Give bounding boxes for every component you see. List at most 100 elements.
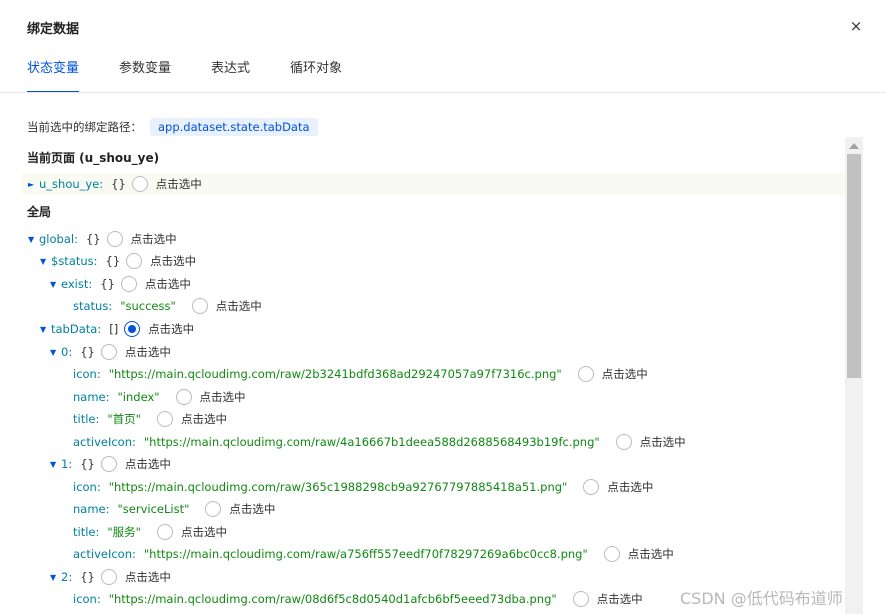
tab-state-variables[interactable]: 状态变量 [27, 60, 80, 93]
node-key: global [39, 232, 75, 246]
select-radio[interactable] [100, 456, 117, 472]
node-key: icon [73, 367, 97, 381]
caret-right-icon[interactable]: ► [28, 180, 39, 189]
node-key: status [73, 299, 109, 313]
select-label[interactable]: 点击选中 [131, 231, 177, 247]
section-global: 全局 [27, 204, 52, 219]
select-label[interactable]: 点击选中 [125, 456, 171, 472]
select-radio[interactable] [126, 253, 143, 269]
tree-leaf-title[interactable]: title: "首页" 点击选中 [73, 408, 227, 430]
select-radio[interactable] [175, 389, 192, 405]
caret-down-icon[interactable]: ▼ [50, 280, 61, 289]
select-label[interactable]: 点击选中 [216, 298, 262, 314]
node-key: icon [73, 592, 97, 606]
caret-down-icon[interactable]: ▼ [50, 348, 61, 357]
select-label[interactable]: 点击选中 [181, 524, 227, 540]
tree-node-item-2[interactable]: ▼ 2: {} 点击选中 [50, 566, 171, 588]
select-radio[interactable] [100, 569, 117, 585]
section-current-page: 当前页面 (u_shou_ye) [27, 150, 160, 165]
tree-node-tabdata[interactable]: ▼ tabData: [] 点击选中 [40, 318, 194, 340]
node-value: "index" [117, 390, 160, 404]
select-radio[interactable] [572, 591, 589, 607]
node-key: activeIcon [73, 547, 132, 561]
node-value: {} [80, 345, 95, 359]
close-icon[interactable]: × [848, 18, 864, 34]
node-key: activeIcon [73, 435, 132, 449]
scroll-up-arrow-icon[interactable] [849, 143, 859, 149]
caret-down-icon[interactable]: ▼ [28, 235, 39, 244]
tree-leaf-icon[interactable]: icon: "https://main.qcloudimg.com/raw/2b… [73, 363, 648, 385]
tree-leaf-name[interactable]: name: "serviceList" 点击选中 [73, 498, 275, 520]
select-radio[interactable] [156, 411, 173, 427]
select-radio-checked[interactable] [124, 321, 141, 337]
select-radio[interactable] [106, 231, 123, 247]
select-label[interactable]: 点击选中 [125, 569, 171, 585]
select-radio[interactable] [100, 344, 117, 360]
tree-node-exist[interactable]: ▼ exist: {} 点击选中 [50, 273, 191, 295]
select-label[interactable]: 点击选中 [602, 366, 648, 382]
select-radio[interactable] [191, 298, 208, 314]
tree-node-status[interactable]: ▼ $status: {} 点击选中 [40, 250, 196, 272]
tab-expression[interactable]: 表达式 [211, 60, 250, 93]
tab-param-variables[interactable]: 参数变量 [119, 60, 171, 93]
select-label[interactable]: 点击选中 [200, 389, 246, 405]
tree-leaf-activeicon[interactable]: activeIcon: "https://main.qcloudimg.com/… [73, 543, 674, 565]
tree-node-global[interactable]: ▼ global: {} 点击选中 [28, 228, 177, 250]
node-key: title [73, 525, 96, 539]
tab-loop-object[interactable]: 循环对象 [290, 60, 342, 93]
binding-path: 当前选中的绑定路径： app.dataset.state.tabData [27, 117, 318, 137]
node-key: name [73, 390, 106, 404]
tree-leaf-activeicon[interactable]: activeIcon: "https://main.qcloudimg.com/… [73, 431, 686, 453]
tree-leaf-icon[interactable]: icon: "https://main.qcloudimg.com/raw/36… [73, 476, 653, 498]
node-value: "服务" [107, 525, 141, 539]
select-label[interactable]: 点击选中 [156, 176, 202, 192]
select-label[interactable]: 点击选中 [148, 321, 194, 337]
node-key: exist [61, 277, 89, 291]
select-label[interactable]: 点击选中 [181, 411, 227, 427]
node-value: "success" [120, 299, 176, 313]
node-value: "https://main.qcloudimg.com/raw/a756ff55… [143, 547, 588, 561]
node-value: [] [109, 322, 119, 336]
select-radio[interactable] [156, 524, 173, 540]
caret-down-icon[interactable]: ▼ [40, 257, 51, 266]
scrollbar-thumb[interactable] [847, 154, 861, 378]
tree-leaf-name[interactable]: name: "index" 点击选中 [73, 386, 246, 408]
caret-down-icon[interactable]: ▼ [40, 325, 51, 334]
tabs-divider [0, 92, 886, 93]
tree-leaf-title[interactable]: title: "服务" 点击选中 [73, 521, 227, 543]
tree-leaf-icon[interactable]: icon: "https://main.qcloudimg.com/raw/08… [73, 588, 643, 610]
select-radio[interactable] [205, 501, 222, 517]
caret-down-icon[interactable]: ▼ [50, 573, 61, 582]
node-key: icon [73, 480, 97, 494]
select-label[interactable]: 点击选中 [640, 434, 686, 450]
select-radio[interactable] [615, 434, 632, 450]
tree-node-item-1[interactable]: ▼ 1: {} 点击选中 [50, 453, 171, 475]
select-label[interactable]: 点击选中 [597, 591, 643, 607]
node-key: 0 [61, 345, 69, 359]
node-value: "https://main.qcloudimg.com/raw/365c1988… [108, 480, 568, 494]
select-radio[interactable] [131, 176, 148, 192]
dialog-title: 绑定数据 [27, 22, 80, 37]
tree-leaf-status[interactable]: status: "success" 点击选中 [73, 295, 262, 317]
node-value: {} [85, 232, 101, 246]
select-radio[interactable] [603, 546, 620, 562]
select-label[interactable]: 点击选中 [125, 344, 171, 360]
watermark: CSDN @低代码布道师 [680, 589, 843, 608]
select-label[interactable]: 点击选中 [150, 253, 196, 269]
select-label[interactable]: 点击选中 [145, 276, 191, 292]
select-label[interactable]: 点击选中 [607, 479, 653, 495]
select-radio[interactable] [583, 479, 600, 495]
node-key: $status [51, 254, 94, 268]
select-label[interactable]: 点击选中 [229, 501, 275, 517]
node-value: "https://main.qcloudimg.com/raw/4a16667b… [143, 435, 600, 449]
node-value: {} [105, 254, 121, 268]
node-value: "首页" [107, 412, 141, 426]
select-label[interactable]: 点击选中 [628, 546, 674, 562]
node-value: "serviceList" [117, 502, 190, 516]
select-radio[interactable] [577, 366, 594, 382]
select-radio[interactable] [120, 276, 137, 292]
tree-node-u-shou-ye[interactable]: ► u_shou_ye: {} 点击选中 [28, 173, 202, 195]
caret-down-icon[interactable]: ▼ [50, 460, 61, 469]
tree-node-item-0[interactable]: ▼ 0: {} 点击选中 [50, 341, 171, 363]
node-key: name [73, 502, 106, 516]
